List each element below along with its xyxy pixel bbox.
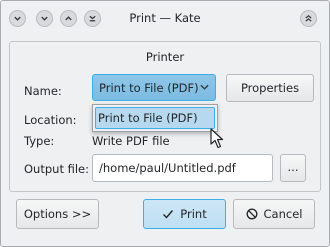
checkmark-icon [163, 210, 174, 219]
printer-group-title: Printer [145, 50, 185, 64]
dropdown-option[interactable]: Print to File (PDF) [95, 107, 215, 129]
print-dialog: Print — Kate Printer Name: Print to File… [0, 0, 330, 247]
printer-name-value: Print to File (PDF) [99, 81, 199, 95]
print-button[interactable]: Print [143, 199, 226, 229]
window-menu-button[interactable] [9, 10, 26, 27]
browse-button[interactable]: ... [280, 154, 306, 182]
minimize-button[interactable] [36, 10, 53, 27]
properties-button[interactable]: Properties [226, 74, 314, 102]
location-label: Location: [24, 113, 77, 127]
cancel-button-label: Cancel [263, 207, 303, 221]
mouse-cursor-icon [210, 128, 224, 149]
keep-below-button[interactable] [84, 10, 101, 27]
printer-name-combobox[interactable]: Print to File (PDF) [92, 74, 216, 101]
type-label: Type: [24, 134, 55, 148]
print-button-label: Print [180, 207, 207, 221]
output-file-input[interactable]: /home/paul/Untitled.pdf [92, 154, 273, 182]
cancel-icon [246, 208, 257, 220]
output-file-label: Output file: [24, 162, 89, 176]
maximize-button[interactable] [60, 10, 77, 27]
chevron-down-icon [14, 16, 21, 21]
printer-dropdown-popup: Print to File (PDF) [92, 104, 218, 132]
type-value: Write PDF file [92, 134, 170, 148]
keep-below-icon [89, 15, 96, 22]
keep-above-icon [305, 14, 312, 22]
minimize-icon [41, 16, 48, 21]
cancel-button[interactable]: Cancel [233, 199, 315, 229]
options-button[interactable]: Options >> [16, 199, 99, 229]
keep-above-button[interactable] [300, 10, 317, 27]
maximize-icon [65, 16, 72, 21]
name-label: Name: [24, 84, 62, 98]
titlebar: Print — Kate [1, 1, 329, 35]
printer-groupbox: Printer Name: Print to File (PDF) Proper… [9, 41, 321, 192]
chevron-down-icon [200, 84, 209, 90]
